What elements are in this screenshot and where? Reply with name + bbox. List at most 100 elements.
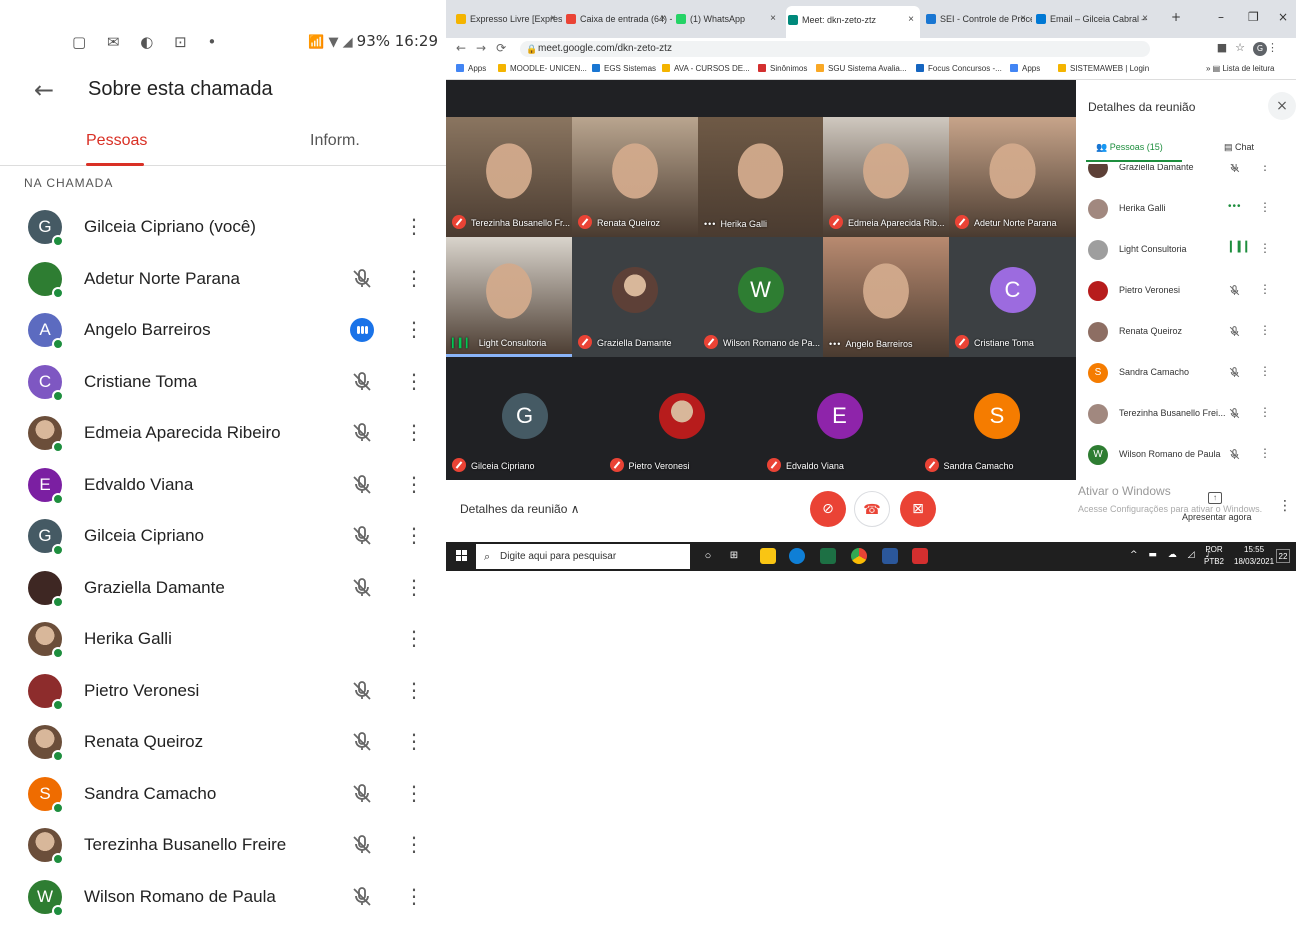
profile-avatar[interactable]: G <box>1253 42 1267 56</box>
list-item[interactable]: Graziella Damante ⋮ <box>1076 164 1296 189</box>
more-options-icon[interactable]: ⋮ <box>404 678 424 702</box>
reading-list-icon[interactable]: » ▤ Lista de leitura <box>1206 64 1274 73</box>
more-options-icon[interactable]: ⋮ <box>1259 200 1271 214</box>
edge-icon[interactable] <box>789 548 805 564</box>
video-tile[interactable]: ▎▍▎ Light Consultoria <box>446 237 572 357</box>
video-tile[interactable]: S Sandra Camacho <box>918 365 1076 480</box>
bookmark-item[interactable]: EGS Sistemas <box>592 64 656 73</box>
list-item[interactable]: S Sandra Camacho ⋮ <box>0 768 446 820</box>
list-item[interactable]: S Sandra Camacho ⋮ <box>1076 353 1296 394</box>
new-tab-icon[interactable]: + <box>1171 10 1181 24</box>
bookmark-item[interactable]: Sinônimos <box>758 64 807 73</box>
tab-people[interactable]: 👥 Pessoas (15) <box>1096 142 1163 153</box>
tab-close-icon[interactable]: × <box>1020 8 1026 30</box>
browser-tab[interactable]: Caixa de entrada (64) - × <box>564 8 672 30</box>
list-item[interactable]: Terezinha Busanello Frei... ⋮ <box>1076 394 1296 435</box>
more-options-icon[interactable]: ⋮ <box>404 884 424 908</box>
video-tile[interactable]: ••• Herika Galli <box>698 117 823 237</box>
video-tile[interactable]: Adetur Norte Parana <box>949 117 1076 237</box>
more-options-icon[interactable]: ⋮ <box>1259 323 1271 337</box>
list-item[interactable]: C Cristiane Toma ⋮ <box>0 356 446 408</box>
list-item[interactable]: G Gilceia Cipriano ⋮ <box>0 510 446 562</box>
list-item[interactable]: G Gilceia Cipriano (você) ⋮ <box>0 201 446 253</box>
video-tile[interactable]: Graziella Damante <box>572 237 698 357</box>
url-field[interactable]: 🔒 meet.google.com/dkn-zeto-ztz <box>520 41 1150 57</box>
list-item[interactable]: W Wilson Romano de Paula ⋮ <box>0 871 446 923</box>
video-tile[interactable]: Renata Queiroz <box>572 117 698 237</box>
list-item[interactable]: Herika Galli ••• ⋮ <box>1076 189 1296 230</box>
list-item[interactable]: Light Consultoria ▎▍▎ ⋮ <box>1076 230 1296 271</box>
video-tile[interactable]: ••• Angelo Barreiros <box>823 237 949 357</box>
present-now-button[interactable]: Apresentar agora <box>1182 512 1252 522</box>
bookmark-item[interactable]: MOODLE- UNICEN... <box>498 64 587 73</box>
tab-close-icon[interactable]: × <box>1142 8 1148 30</box>
tab-inform[interactable]: Inform. <box>310 132 360 150</box>
minimize-icon[interactable]: – <box>1218 10 1224 24</box>
more-options-icon[interactable]: ⋮ <box>1259 164 1271 173</box>
video-tile[interactable]: Edmeia Aparecida Rib... <box>823 117 949 237</box>
more-options-icon[interactable]: ⋮ <box>404 317 424 341</box>
more-options-icon[interactable]: ⋮ <box>1259 282 1271 296</box>
more-options-icon[interactable]: ⋮ <box>404 575 424 599</box>
clock[interactable]: 15:55 18/03/2021 <box>1234 544 1274 568</box>
video-tile[interactable]: G Gilceia Cipriano <box>446 365 603 480</box>
list-item[interactable]: Pietro Veronesi ⋮ <box>0 665 446 717</box>
task-view-icon[interactable]: ⊞ <box>726 548 742 564</box>
language-indicator[interactable]: POR PTB2 <box>1204 544 1224 568</box>
more-options-icon[interactable]: ⋮ <box>404 472 424 496</box>
list-item[interactable]: W Wilson Romano de Paula ⋮ <box>1076 435 1296 476</box>
more-options-icon[interactable]: ⋮ <box>1259 446 1271 460</box>
tab-close-icon[interactable]: × <box>660 8 666 30</box>
list-item[interactable]: Renata Queiroz ⋮ <box>0 716 446 768</box>
list-item[interactable]: Graziella Damante ⋮ <box>0 562 446 614</box>
video-tile[interactable]: W Wilson Romano de Pa... <box>698 237 823 357</box>
list-item[interactable]: Terezinha Busanello Freire ⋮ <box>0 819 446 871</box>
notification-icon[interactable]: 22 <box>1276 549 1290 563</box>
nav-arrows-icon[interactable]: ←→⟳ <box>456 41 516 55</box>
list-item[interactable]: Adetur Norte Parana ⋮ <box>0 253 446 305</box>
browser-toolbar-icons[interactable]: ■☆ G ⋮ <box>1217 41 1286 56</box>
more-options-icon[interactable]: ⋮ <box>404 832 424 856</box>
tab-close-icon[interactable]: × <box>908 6 914 34</box>
tab-chat[interactable]: ▤ Chat <box>1224 142 1254 153</box>
back-arrow-icon[interactable]: ← <box>34 76 54 104</box>
bookmark-item[interactable]: Focus Concursos -... <box>916 64 1002 73</box>
chrome-icon[interactable] <box>851 548 867 564</box>
present-icon[interactable]: ↑ <box>1208 492 1222 504</box>
more-options-icon[interactable]: ⋮ <box>404 266 424 290</box>
more-options-icon[interactable]: ⋮ <box>404 729 424 753</box>
list-item[interactable]: Renata Queiroz ⋮ <box>1076 312 1296 353</box>
more-options-icon[interactable]: ⋮ <box>404 369 424 393</box>
video-tile[interactable]: Pietro Veronesi <box>603 365 761 480</box>
list-item[interactable]: E Edvaldo Viana ⋮ <box>0 459 446 511</box>
close-icon[interactable]: × <box>1268 92 1296 120</box>
more-options-icon[interactable]: ⋮ <box>404 626 424 650</box>
browser-tab[interactable]: Expresso Livre [Expresso × <box>454 8 562 30</box>
more-options-icon[interactable]: ⋮ <box>1278 498 1292 514</box>
browser-tab[interactable]: (1) WhatsApp × <box>674 8 782 30</box>
taskbar-search[interactable]: ⌕ Digite aqui para pesquisar <box>476 544 690 569</box>
list-item[interactable]: Edmeia Aparecida Ribeiro ⋮ <box>0 407 446 459</box>
video-tile[interactable]: C Cristiane Toma <box>949 237 1076 357</box>
video-tile[interactable]: Terezinha Busanello Fr... <box>446 117 572 237</box>
bookmark-item[interactable]: Apps <box>456 64 486 73</box>
bookmark-item[interactable]: SISTEMAWEB | Login <box>1058 64 1149 73</box>
bookmark-item[interactable]: Apps <box>1010 64 1040 73</box>
video-tile[interactable]: E Edvaldo Viana <box>761 365 918 480</box>
system-tray-icons[interactable]: ^ ▬ ☁ ◿ ♪ <box>1130 550 1215 560</box>
mute-mic-button[interactable]: ⊘ <box>810 491 846 527</box>
tab-pessoas[interactable]: Pessoas <box>86 132 147 150</box>
more-options-icon[interactable]: ⋮ <box>404 214 424 238</box>
word-icon[interactable] <box>882 548 898 564</box>
browser-tab[interactable]: Email – Gilceia Cabral – × <box>1034 8 1154 30</box>
list-item[interactable]: Herika Galli ⋮ <box>0 613 446 665</box>
camera-off-button[interactable]: ⊠ <box>900 491 936 527</box>
cortana-icon[interactable]: ○ <box>700 548 716 564</box>
browser-tab[interactable]: SEI - Controle de Proce × <box>924 8 1032 30</box>
browser-tab[interactable]: Meet: dkn-zeto-ztz × <box>786 6 920 38</box>
list-item[interactable]: A Angelo Barreiros ⋮ <box>0 304 446 356</box>
more-options-icon[interactable]: ⋮ <box>404 420 424 444</box>
tab-close-icon[interactable]: × <box>550 8 556 30</box>
more-options-icon[interactable]: ⋮ <box>404 523 424 547</box>
bookmark-item[interactable]: SGU Sistema Avalia... <box>816 64 907 73</box>
